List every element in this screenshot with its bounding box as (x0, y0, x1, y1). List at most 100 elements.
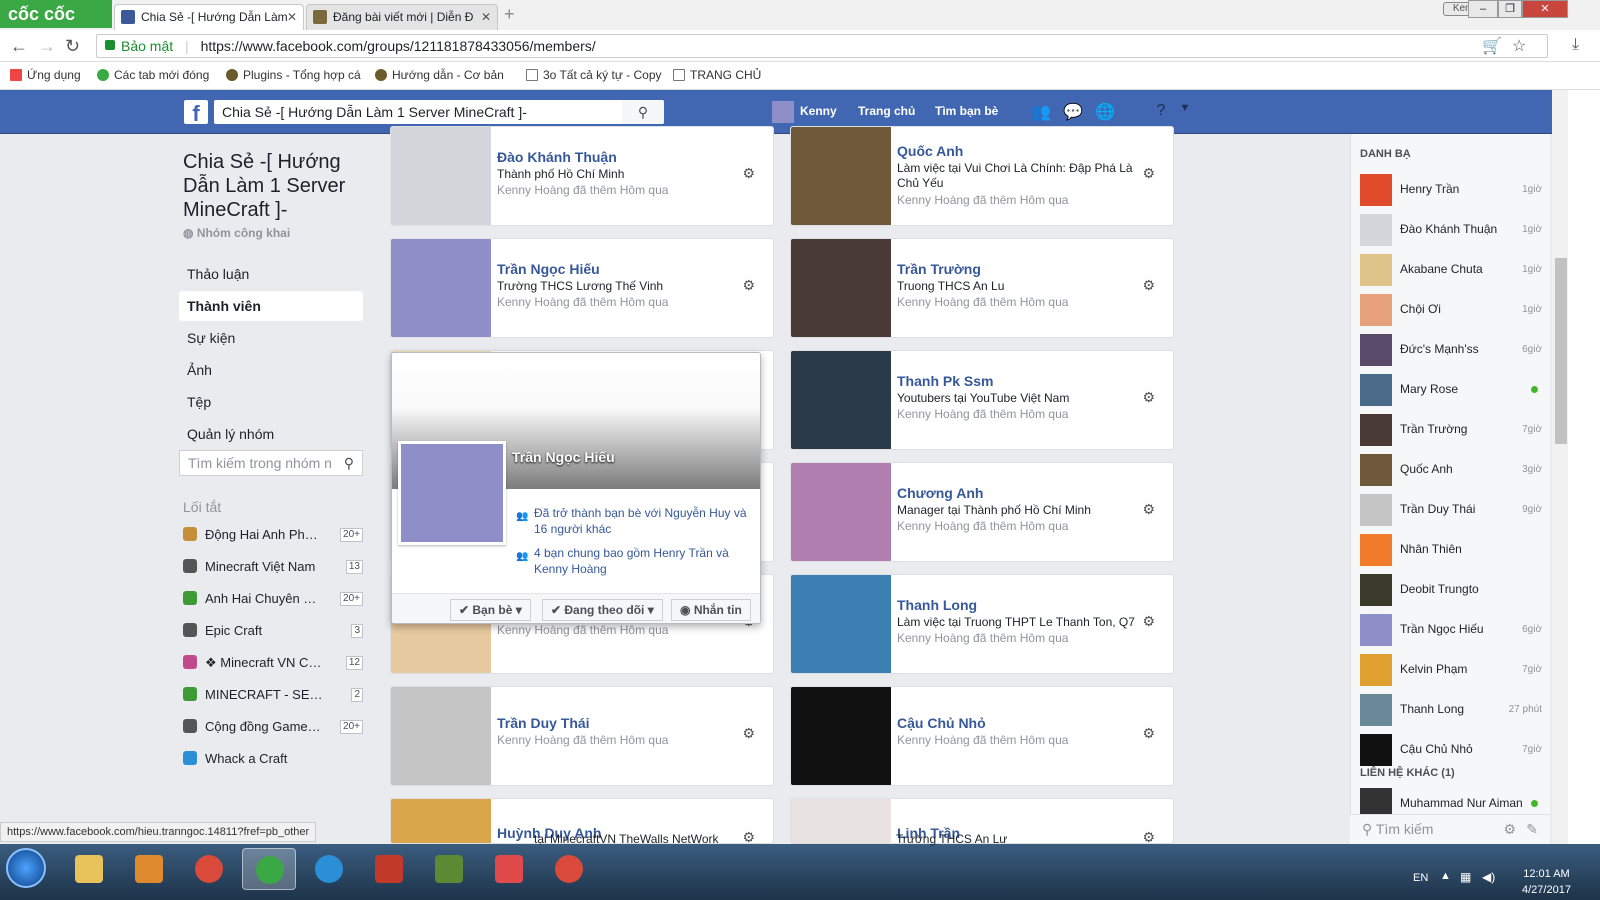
messenger-icon[interactable]: 💬 (1062, 102, 1084, 122)
gear-icon[interactable]: ⚙ (742, 725, 755, 742)
taskbar-explorer[interactable] (62, 848, 116, 890)
address-bar[interactable]: Bảo mật | https://www.facebook.com/group… (96, 34, 1548, 58)
gear-icon[interactable]: ⚙ (1142, 613, 1155, 630)
bookmark-recent-tabs[interactable]: Các tab mới đóng (97, 68, 209, 82)
search-icon[interactable]: ⚲ (344, 451, 354, 475)
gear-icon[interactable]: ⚙ (1142, 277, 1155, 294)
taskbar-ccleaner[interactable] (542, 848, 596, 890)
shortcut-item[interactable]: MINECRAFT - SERV...2 (183, 684, 363, 706)
member-card[interactable]: Đào Khánh Thuận Thành phố Hồ Chí Minh Ke… (390, 126, 774, 226)
member-name[interactable]: Trần Ngọc Hiếu (497, 261, 600, 277)
tray-arrow-icon[interactable]: ▲ (1440, 870, 1451, 882)
bookmark-characters[interactable]: 3o Tất cả ký tự - Copy (526, 68, 662, 82)
message-button[interactable]: ◉ Nhắn tin (671, 599, 751, 621)
member-card[interactable]: Quốc Anh Làm việc tại Vui Chơi Là Chính:… (790, 126, 1174, 226)
friends-button[interactable]: ✔ Bạn bè ▾ (450, 599, 531, 621)
maximize-button[interactable]: ❐ (1498, 0, 1522, 18)
gear-icon[interactable]: ⚙ (1142, 389, 1155, 406)
gear-icon[interactable]: ⚙ (742, 165, 755, 182)
member-photo[interactable] (391, 799, 491, 843)
tab-facebook-group[interactable]: Chia Sẻ -[ Hướng Dẫn Làm ✕ (114, 4, 304, 30)
shortcut-item[interactable]: Epic Craft 3 (183, 620, 363, 642)
member-photo[interactable] (791, 575, 891, 673)
member-name[interactable]: Trần Duy Thái (497, 715, 590, 731)
member-name[interactable]: Thanh Pk Ssm (897, 373, 993, 389)
shortcut-item[interactable]: Anh Hai Chuyên Cần 20+ (183, 588, 363, 610)
contact-item[interactable]: Akabane Chuta 1giờ (1360, 252, 1546, 288)
scrollbar-thumb[interactable] (1555, 258, 1567, 444)
taskbar-chrome[interactable] (182, 848, 236, 890)
facebook-logo-icon[interactable]: f (184, 100, 208, 126)
tab-forum-post[interactable]: Đăng bài viết mới | Diễn Đ ✕ (306, 4, 498, 30)
contact-item[interactable]: Đức's Mạnh'ss 6giờ (1360, 332, 1546, 368)
account-menu-chevron-down-icon[interactable]: ▼ (1174, 102, 1196, 122)
volume-icon[interactable]: ◀) (1482, 870, 1495, 884)
find-friends-link[interactable]: Tìm bạn bè (935, 104, 998, 118)
shortcut-item[interactable]: Động Hai Anh Phê ... 20+ (183, 524, 363, 546)
close-tab-icon[interactable]: ✕ (481, 5, 491, 29)
chat-search-input[interactable]: ⚲ Tìm kiếm ⚙ ✎ (1350, 814, 1550, 844)
group-nav-events[interactable]: Sự kiện (179, 323, 363, 353)
shortcut-item[interactable]: ❖ Minecraft VN Co... 12 (183, 652, 363, 674)
group-title[interactable]: Chia Sẻ -[ Hướng Dẫn Làm 1 Server MineCr… (183, 150, 363, 222)
member-card[interactable]: Thanh Long Làm việc tại Truong THPT Le T… (790, 574, 1174, 674)
cart-icon[interactable]: 🛒 (1482, 36, 1502, 56)
browser-logo[interactable]: cốc cốc (0, 0, 112, 28)
member-card[interactable]: Trần Trường Truong THCS An Lu Kenny Hoàn… (790, 238, 1174, 338)
contact-item[interactable]: Thanh Long 27 phút (1360, 692, 1546, 728)
bookmark-guide[interactable]: Hướng dẫn - Cơ bản (375, 68, 504, 82)
search-icon[interactable]: ⚲ (622, 100, 664, 124)
hovercard-mutual-info[interactable]: 4 bạn chung bao gồm Henry Trần và Kenny … (534, 545, 754, 577)
close-tab-icon[interactable]: ✕ (287, 5, 297, 29)
friend-requests-icon[interactable]: 👥 (1030, 102, 1052, 122)
taskbar-clock[interactable]: 12:01 AM 4/27/2017 (1522, 866, 1571, 898)
member-card[interactable]: Chương Anh Manager tại Thành phố Hồ Chí … (790, 462, 1174, 562)
contact-item[interactable]: Muhammad Nur Aiman (1360, 786, 1546, 814)
gear-icon[interactable]: ⚙ (1142, 165, 1155, 182)
member-photo[interactable] (791, 463, 891, 561)
taskbar-app[interactable] (362, 848, 416, 890)
member-name[interactable]: Cậu Chủ Nhỏ (897, 715, 986, 731)
contact-item[interactable]: Henry Trần 1giờ (1360, 172, 1546, 208)
taskbar-coccoc[interactable] (242, 848, 296, 890)
taskbar-minecraft[interactable] (422, 848, 476, 890)
contact-item[interactable]: Kelvin Phạm 7giờ (1360, 652, 1546, 688)
group-nav-files[interactable]: Tệp (179, 387, 363, 417)
member-name[interactable]: Quốc Anh (897, 143, 963, 159)
member-photo[interactable] (791, 239, 891, 337)
profile-link[interactable]: Kenny (800, 104, 837, 118)
hovercard-photo[interactable] (398, 441, 506, 545)
shortcut-item[interactable]: Whack a Craft (183, 748, 363, 770)
gear-icon[interactable]: ⚙ (1142, 829, 1155, 843)
member-photo[interactable] (791, 351, 891, 449)
language-indicator[interactable]: EN (1413, 872, 1428, 884)
member-name[interactable]: Chương Anh (897, 485, 983, 501)
contact-item[interactable]: Đào Khánh Thuận 1giờ (1360, 212, 1546, 248)
group-nav-members[interactable]: Thành viên (179, 291, 363, 321)
member-photo[interactable] (391, 127, 491, 225)
help-icon[interactable]: ? (1150, 102, 1172, 122)
close-window-button[interactable]: ✕ (1522, 0, 1568, 18)
download-icon[interactable]: ⤓ (1572, 36, 1579, 54)
member-name[interactable]: Đào Khánh Thuận (497, 149, 617, 165)
bookmark-home[interactable]: TRANG CHỦ (673, 68, 761, 82)
contact-item[interactable]: Nhân Thiên (1360, 532, 1546, 568)
page-scrollbar[interactable] (1552, 90, 1568, 844)
hovercard-friend-info[interactable]: Đã trở thành bạn bè với Nguyễn Huy và 16… (534, 505, 754, 537)
gear-icon[interactable]: ⚙ (742, 277, 755, 294)
home-link[interactable]: Trang chủ (858, 104, 915, 118)
member-name[interactable]: Thanh Long (897, 597, 977, 613)
taskbar-app[interactable] (482, 848, 536, 890)
contact-item[interactable]: Trần Ngọc Hiếu 6giờ (1360, 612, 1546, 648)
reload-icon[interactable]: ↻ (65, 36, 80, 57)
member-photo[interactable] (391, 687, 491, 785)
contact-item[interactable]: Trần Duy Thái 9giờ (1360, 492, 1546, 528)
gear-icon[interactable]: ⚙ (742, 829, 755, 843)
star-icon[interactable]: ☆ (1512, 36, 1526, 56)
shortcut-item[interactable]: Cộng đồng Game O... 20+ (183, 716, 363, 738)
contact-item[interactable]: Mary Rose (1360, 372, 1546, 408)
member-card[interactable]: Thanh Pk Ssm Youtubers tại YouTube Việt … (790, 350, 1174, 450)
group-nav-manage[interactable]: Quản lý nhóm (179, 419, 363, 449)
taskbar-cloud[interactable] (302, 848, 356, 890)
group-nav-discussion[interactable]: Thảo luận (179, 259, 363, 289)
